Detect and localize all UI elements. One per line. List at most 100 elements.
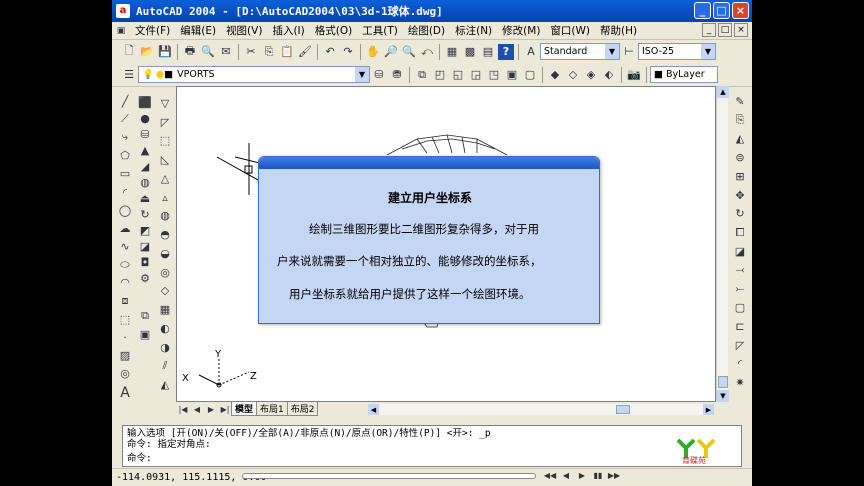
color-select[interactable]: ■ ByLayer (650, 66, 718, 83)
rotate-icon[interactable]: ↻ (732, 206, 748, 222)
edge-surface-icon[interactable]: ◭ (157, 377, 173, 393)
interference-icon[interactable]: ◘ (137, 256, 153, 269)
box-icon[interactable]: ⬛ (137, 96, 153, 109)
properties-icon[interactable]: ▦ (444, 44, 460, 60)
view-right-icon[interactable]: ◳ (486, 67, 502, 83)
command-prompt[interactable]: 命令: (127, 453, 737, 464)
horizontal-scrollbar[interactable]: ◀ ▶ (368, 404, 714, 415)
step-back-icon[interactable]: ◀ (558, 471, 574, 481)
multiline-text-icon[interactable]: A (117, 385, 133, 401)
autocad-app-icon[interactable]: a (116, 4, 130, 18)
torus-icon[interactable]: ◍ (137, 176, 153, 189)
break-icon[interactable]: ⊏ (732, 319, 748, 335)
move-icon[interactable]: ✥ (732, 187, 748, 203)
circle-icon[interactable]: ◯ (117, 203, 133, 218)
setup-drawing-icon[interactable]: ⚙ (137, 272, 153, 285)
tab-first-icon[interactable]: |◀ (177, 401, 189, 417)
construction-line-icon[interactable]: ⟋ (117, 112, 133, 127)
menu-modify[interactable]: 修改(M) (497, 23, 545, 38)
doc-restore-button[interactable]: □ (718, 23, 732, 37)
pause-icon[interactable]: ▮▮ (590, 471, 606, 481)
tabulated-surface-icon[interactable]: ◑ (157, 339, 173, 355)
scroll-down-icon[interactable]: ▼ (717, 390, 729, 402)
tab-last-icon[interactable]: ▶| (219, 401, 231, 417)
menu-format[interactable]: 格式(O) (310, 23, 357, 38)
fast-forward-icon[interactable]: ▶▶ (606, 471, 622, 481)
view-bottom-icon[interactable]: ◱ (450, 67, 466, 83)
open-folder-icon[interactable]: 📂 (139, 44, 155, 60)
menu-tools[interactable]: 工具(T) (357, 23, 403, 38)
publish-icon[interactable]: ✉ (218, 44, 234, 60)
paste-icon[interactable]: 📋 (279, 44, 295, 60)
line-icon[interactable]: ╱ (117, 94, 133, 109)
break-at-point-icon[interactable]: ▢ (732, 300, 748, 316)
extend-icon[interactable]: ⤚ (732, 281, 748, 297)
new-file-icon[interactable]: 🗋 (121, 44, 137, 60)
pan-icon[interactable]: ✋ (365, 44, 381, 60)
tab-prev-icon[interactable]: ◀ (191, 401, 203, 417)
subtract-icon[interactable]: ▣ (137, 327, 153, 343)
cone-icon[interactable]: ▲ (137, 144, 153, 157)
ellipse-icon[interactable]: ⬭ (117, 257, 133, 272)
chevron-down-icon[interactable]: ▼ (355, 67, 369, 82)
offset-icon[interactable]: ⊜ (732, 150, 748, 166)
spline-icon[interactable]: ∿ (117, 239, 133, 254)
polyline-icon[interactable]: ⤷ (117, 130, 133, 145)
dish-icon[interactable]: ◒ (157, 246, 173, 262)
close-button[interactable]: × (732, 2, 749, 19)
ruled-surface-icon[interactable]: ⫽ (157, 358, 173, 374)
tab-layout1[interactable]: 布局1 (256, 402, 288, 416)
revision-cloud-icon[interactable]: ☁ (117, 221, 133, 236)
hatch-icon[interactable]: ▨ (117, 348, 133, 363)
polygon-icon[interactable]: ⬠ (117, 148, 133, 163)
dome-icon[interactable]: ◓ (157, 227, 173, 243)
chevron-down-icon[interactable]: ▼ (701, 44, 715, 59)
menu-view[interactable]: 视图(V) (221, 23, 267, 38)
point-icon[interactable]: · (117, 330, 133, 345)
layer-manager-icon[interactable]: ☰ (121, 67, 137, 83)
text-style-select[interactable]: Standard ▼ (540, 43, 620, 60)
print-preview-icon[interactable]: 🔍 (200, 44, 216, 60)
layer-select[interactable]: 💡 ● ■ VPORTS ▼ (138, 66, 370, 83)
menu-draw[interactable]: 绘图(D) (403, 23, 450, 38)
text-style-icon[interactable]: A (523, 44, 539, 60)
help-icon[interactable]: ? (498, 43, 514, 60)
maximize-button[interactable]: □ (713, 2, 730, 19)
hscroll-thumb[interactable] (616, 405, 630, 414)
playback-slider[interactable] (242, 473, 536, 479)
revolve-icon[interactable]: ↻ (137, 208, 153, 221)
union-icon[interactable]: ⧉ (137, 308, 153, 324)
trim-icon[interactable]: ⤙ (732, 262, 748, 278)
menu-help[interactable]: 帮助(H) (595, 23, 642, 38)
zoom-previous-icon[interactable]: ⤺ (419, 44, 435, 60)
save-icon[interactable]: 💾 (157, 44, 173, 60)
doc-close-button[interactable]: × (734, 23, 748, 37)
scale-icon[interactable]: ⧠ (732, 225, 748, 241)
2d-solid-icon[interactable]: ▽ (157, 96, 173, 112)
layer-previous-icon[interactable]: ⛃ (389, 67, 405, 83)
surface-wedge-icon[interactable]: ◺ (157, 152, 173, 168)
match-properties-icon[interactable]: 🖌 (297, 44, 313, 60)
document-icon[interactable]: ▣ (113, 23, 129, 39)
array-icon[interactable]: ⊞ (732, 169, 748, 185)
mirror-icon[interactable]: ◭ (732, 131, 748, 147)
command-window[interactable]: 输入选项 [开(ON)/关(OFF)/全部(A)/非原点(N)/原点(OR)/特… (122, 425, 742, 467)
chevron-down-icon[interactable]: ▼ (605, 44, 619, 59)
menu-dimension[interactable]: 标注(N) (450, 23, 497, 38)
erase-icon[interactable]: ✎ (732, 94, 748, 110)
copy-object-icon[interactable]: ⎘ (732, 112, 748, 128)
menu-file[interactable]: 文件(F) (130, 23, 175, 38)
section-icon[interactable]: ◪ (137, 240, 153, 253)
nw-iso-icon[interactable]: ⬖ (601, 67, 617, 83)
sphere-icon[interactable]: ● (137, 112, 153, 125)
sw-iso-icon[interactable]: ◆ (547, 67, 563, 83)
cylinder-icon[interactable]: ⛁ (137, 128, 153, 141)
explode-icon[interactable]: ✷ (732, 375, 748, 391)
ne-iso-icon[interactable]: ◈ (583, 67, 599, 83)
make-current-layer-icon[interactable]: ⛁ (371, 67, 387, 83)
3d-mesh-icon[interactable]: ▦ (157, 302, 173, 318)
slice-icon[interactable]: ◩ (137, 224, 153, 237)
surface-sphere-icon[interactable]: ◍ (157, 208, 173, 224)
edge-icon[interactable]: ◇ (157, 283, 173, 299)
play-icon[interactable]: ▶ (574, 471, 590, 481)
